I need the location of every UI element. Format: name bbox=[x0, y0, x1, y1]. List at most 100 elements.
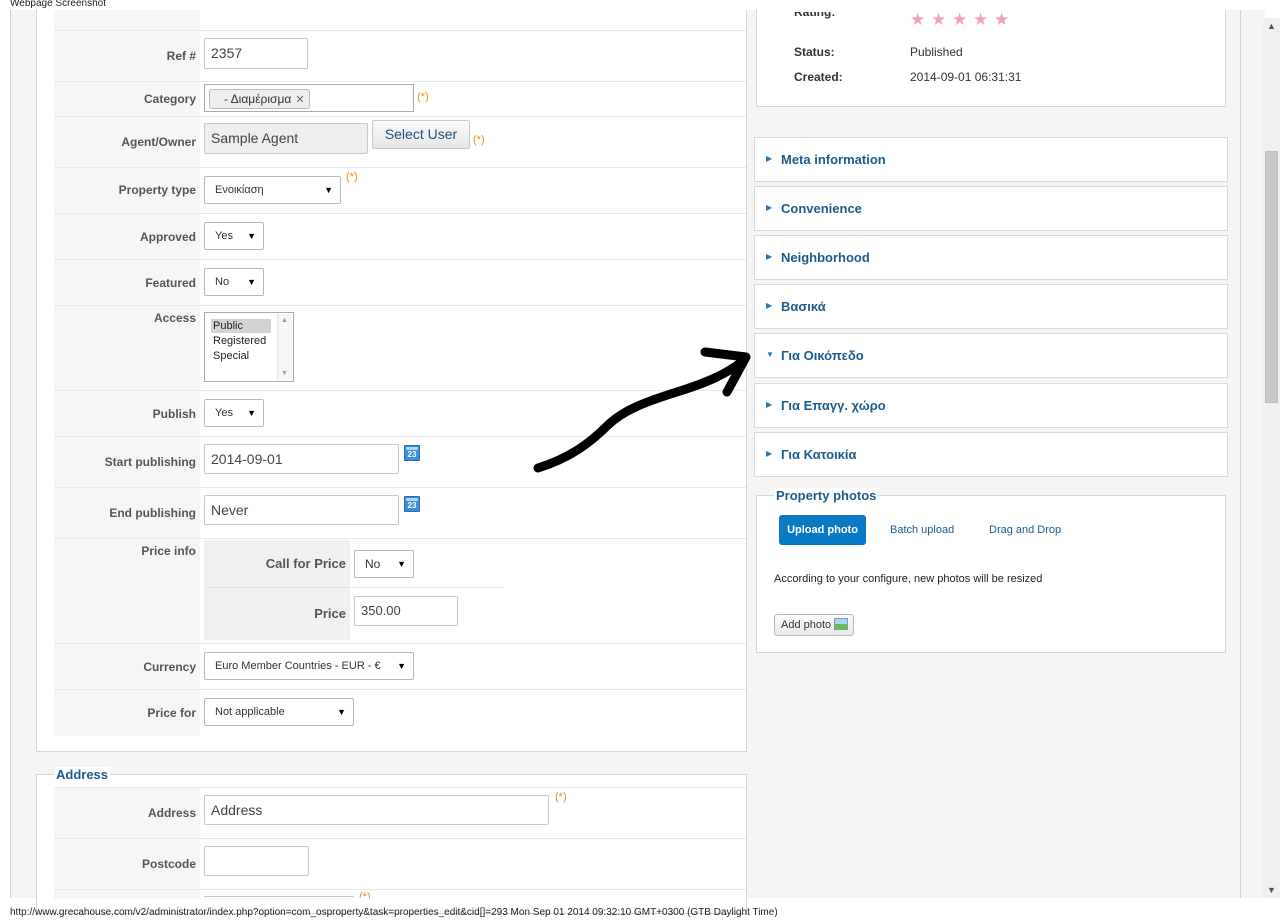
price-input[interactable]: 350.00 bbox=[354, 596, 458, 626]
currency-value: Euro Member Countries - EUR - € bbox=[215, 660, 381, 672]
ref-input[interactable]: 2357 bbox=[204, 38, 308, 69]
dropdown-arrow-icon: ▼ bbox=[247, 231, 256, 241]
form-row-end-publishing: End publishing bbox=[54, 487, 746, 539]
accordion-title: Convenience bbox=[781, 201, 862, 216]
address-required-mark: (*) bbox=[555, 791, 567, 803]
end-publishing-label: End publishing bbox=[109, 506, 196, 520]
dropdown-arrow-icon: ▼ bbox=[247, 408, 256, 418]
page-right-edge bbox=[1240, 10, 1241, 898]
next-field-input[interactable] bbox=[204, 896, 354, 898]
access-option[interactable]: Special bbox=[211, 349, 251, 363]
scroll-thumb[interactable] bbox=[1265, 151, 1278, 403]
property-type-label: Property type bbox=[118, 183, 196, 197]
postcode-input[interactable] bbox=[204, 846, 309, 876]
expand-triangle-icon: ▶ bbox=[766, 449, 773, 458]
address-input[interactable]: Address bbox=[204, 795, 549, 825]
currency-select[interactable]: Euro Member Countries - EUR - € ▼ bbox=[204, 652, 414, 680]
select-user-button[interactable]: Select User bbox=[372, 120, 470, 149]
featured-select[interactable]: No ▼ bbox=[204, 268, 264, 296]
property-type-select[interactable]: Ενοικίαση ▼ bbox=[204, 176, 341, 204]
address-label: Address bbox=[147, 806, 196, 820]
chip-remove-icon[interactable]: ✕ bbox=[295, 94, 304, 106]
agent-input[interactable]: Sample Agent bbox=[204, 123, 368, 154]
created-value: 2014-09-01 06:31:31 bbox=[910, 70, 1022, 84]
featured-label: Featured bbox=[145, 276, 196, 290]
expand-triangle-icon: ▶ bbox=[766, 301, 773, 310]
tab-batch-upload[interactable]: Batch upload bbox=[890, 524, 954, 536]
start-publishing-label: Start publishing bbox=[104, 455, 196, 469]
accordion-title: Για Κατοικία bbox=[781, 447, 857, 462]
dropdown-arrow-icon: ▼ bbox=[324, 185, 333, 195]
property-type-required-mark: (*) bbox=[346, 171, 358, 183]
access-option[interactable]: Public bbox=[211, 319, 271, 333]
accordion-neighborhood[interactable]: ▶ Neighborhood bbox=[754, 235, 1228, 280]
star-icon[interactable]: ★ bbox=[931, 10, 946, 30]
image-icon bbox=[834, 618, 848, 630]
accordion-gia-katoikia[interactable]: ▶ Για Κατοικία bbox=[754, 432, 1228, 477]
status-label: Status: bbox=[794, 45, 835, 59]
category-chip: - Διαμέρισμα ✕ bbox=[209, 89, 310, 109]
category-required-mark: (*) bbox=[417, 91, 429, 103]
access-listbox-scrollbar[interactable]: ▲ ▼ bbox=[277, 314, 292, 380]
star-icon[interactable]: ★ bbox=[973, 10, 988, 30]
price-for-label: Price for bbox=[147, 706, 196, 720]
call-for-price-label: Call for Price bbox=[265, 556, 346, 571]
accordion-convenience[interactable]: ▶ Convenience bbox=[754, 186, 1228, 231]
tab-upload-photo[interactable]: Upload photo bbox=[779, 515, 866, 545]
resize-note: According to your configure, new photos … bbox=[774, 573, 1043, 585]
page-left-edge bbox=[10, 10, 11, 898]
tab-drag-and-drop[interactable]: Drag and Drop bbox=[989, 524, 1061, 536]
calendar-icon[interactable]: 23 bbox=[404, 445, 420, 461]
price-label: Price bbox=[314, 606, 346, 621]
start-publishing-input[interactable]: 2014-09-01 bbox=[204, 444, 399, 474]
category-multiselect[interactable]: - Διαμέρισμα ✕ bbox=[204, 84, 414, 112]
featured-value: No bbox=[215, 276, 230, 288]
status-value: Published bbox=[910, 45, 963, 59]
form-row-property-type: Property type bbox=[54, 167, 746, 214]
access-option[interactable]: Registered bbox=[211, 334, 268, 348]
calendar-icon[interactable]: 23 bbox=[404, 496, 420, 512]
property-type-value: Ενοικίαση bbox=[215, 184, 264, 196]
hand-drawn-arrow-icon bbox=[533, 347, 751, 473]
form-row-postcode: Postcode bbox=[54, 838, 746, 890]
category-label: Category bbox=[143, 92, 196, 106]
scroll-up-icon[interactable]: ▲ bbox=[281, 317, 288, 324]
access-label: Access bbox=[153, 311, 196, 325]
accordion-meta-information[interactable]: ▶ Meta information bbox=[754, 137, 1228, 182]
accordion-title: Neighborhood bbox=[781, 250, 870, 265]
accordion-title: Meta information bbox=[781, 152, 886, 167]
approved-value: Yes bbox=[215, 230, 233, 242]
access-listbox[interactable]: Public Registered Special ▲ ▼ bbox=[204, 312, 294, 382]
star-icon[interactable]: ★ bbox=[994, 10, 1009, 30]
scroll-down-icon[interactable]: ▼ bbox=[1263, 882, 1280, 898]
dropdown-arrow-icon: ▼ bbox=[337, 707, 346, 717]
form-row-top bbox=[54, 10, 746, 30]
scroll-up-icon[interactable]: ▲ bbox=[1263, 18, 1280, 34]
call-for-price-select[interactable]: No ▼ bbox=[354, 550, 414, 578]
end-publishing-input[interactable]: Never bbox=[204, 495, 399, 525]
dropdown-arrow-icon: ▼ bbox=[397, 661, 406, 671]
caption-bottom: http://www.grecahouse.com/v2/administrat… bbox=[10, 907, 778, 918]
accordion-gia-epagg-xoro[interactable]: ▶ Για Επαγγ. χώρο bbox=[754, 383, 1228, 428]
expand-triangle-icon: ▶ bbox=[766, 400, 773, 409]
star-icon[interactable]: ★ bbox=[910, 10, 925, 30]
collapse-triangle-icon: ▼ bbox=[766, 350, 774, 359]
expand-triangle-icon: ▶ bbox=[766, 154, 773, 163]
price-for-select[interactable]: Not applicable ▼ bbox=[204, 698, 354, 726]
star-icon[interactable]: ★ bbox=[952, 10, 967, 30]
add-photo-button[interactable]: Add photo bbox=[774, 614, 854, 636]
form-row-price-for: Price for bbox=[54, 689, 746, 736]
publish-select[interactable]: Yes ▼ bbox=[204, 399, 264, 427]
accordion-gia-oikopedo[interactable]: ▼ Για Οικόπεδο bbox=[754, 333, 1228, 378]
form-row-approved: Approved bbox=[54, 213, 746, 260]
ref-label: Ref # bbox=[166, 49, 196, 63]
accordion-title: Βασικά bbox=[781, 299, 826, 314]
window-scrollbar[interactable]: ▲ ▼ bbox=[1263, 18, 1280, 898]
category-chip-text: - Διαμέρισμα bbox=[224, 92, 292, 106]
property-photos-legend: Property photos bbox=[774, 488, 879, 503]
form-row-featured: Featured bbox=[54, 259, 746, 306]
accordion-vasika[interactable]: ▶ Βασικά bbox=[754, 284, 1228, 329]
form-row-next bbox=[54, 889, 746, 899]
approved-select[interactable]: Yes ▼ bbox=[204, 222, 264, 250]
scroll-down-icon[interactable]: ▼ bbox=[281, 370, 288, 377]
